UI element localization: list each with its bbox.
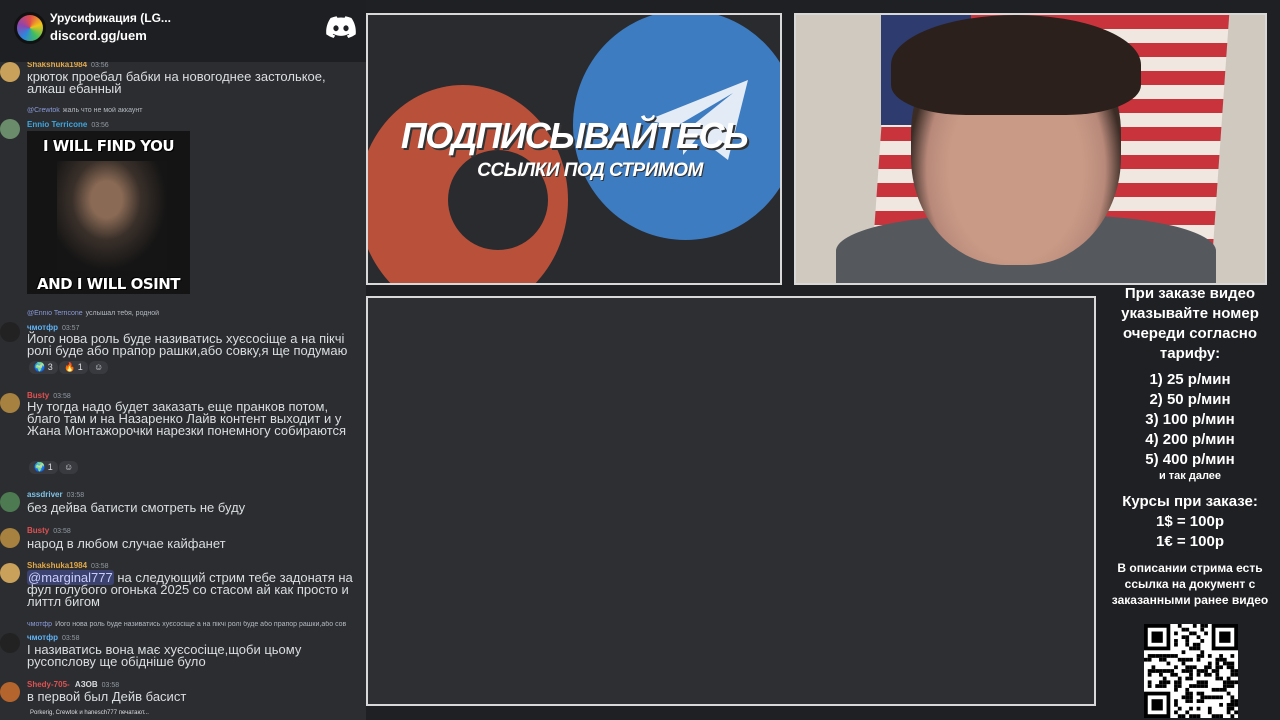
promo-banner: ПОДПИСЫВАЙТЕСЬ ССЫЛКИ ПОД СТРИМОМ xyxy=(366,13,782,285)
author-name[interactable]: Ennio Terricone xyxy=(27,120,87,129)
message-text: в первой был Дейв басист xyxy=(27,689,187,704)
reply-preview[interactable]: @Crewtok жаль что не мой аккаунт xyxy=(27,107,365,114)
avatar[interactable] xyxy=(0,492,20,512)
message-author[interactable]: Busty 03:58 xyxy=(27,526,71,535)
message-author[interactable]: Shakshuka1984 03:58 xyxy=(27,561,109,570)
reaction-button[interactable]: 🌍 3 xyxy=(29,361,58,374)
tariff-item: 3) 100 р/мин xyxy=(1145,411,1235,428)
author-name[interactable]: Busty xyxy=(27,526,49,535)
reaction-button[interactable]: 🌍 1 xyxy=(29,461,58,474)
message-text: Його нова роль буде називатись хуєсосіще… xyxy=(27,331,348,358)
reaction-count: 1 xyxy=(77,362,83,372)
message-time: 03:58 xyxy=(66,492,85,499)
avatar[interactable] xyxy=(0,322,20,342)
message-text: @marginal777 на следующий стрим тебе зад… xyxy=(27,570,365,608)
message-time: 03:58 xyxy=(61,635,80,642)
order-info-panel: При заказе видео указывайте номер очеред… xyxy=(1100,284,1280,720)
author-name[interactable]: assdriver xyxy=(27,490,63,499)
reply-author: @Ennio Terricone xyxy=(27,310,83,317)
server-icon xyxy=(14,12,46,44)
tariff-item: 4) 200 р/мин xyxy=(1145,431,1235,448)
promo-subtitle: ССЫЛКИ ПОД СТРИМОМ xyxy=(477,160,703,181)
reply-preview[interactable]: чмотфр Його нова роль буде називатись хує… xyxy=(27,621,365,628)
rate-usd: 1$ = 100р xyxy=(1156,513,1224,530)
avatar[interactable] xyxy=(0,528,20,548)
author-name[interactable]: чмотфр xyxy=(27,633,58,642)
meme-figure xyxy=(57,161,167,271)
message-time: 03:58 xyxy=(101,682,120,689)
message-author[interactable]: чмотфр 03:58 xyxy=(27,633,79,642)
avatar[interactable] xyxy=(0,119,20,139)
avatar[interactable] xyxy=(0,682,20,702)
description-note: В описании стрима есть ссылка на докумен… xyxy=(1111,561,1269,607)
message-text: І називатись вона має хуєсосіще,щоби цьо… xyxy=(27,642,302,669)
meme-top-caption: I WILL FIND YOU xyxy=(42,137,175,155)
tariff-list: 1) 25 р/мин 2) 50 р/мин 3) 100 р/мин 4) … xyxy=(1100,370,1280,470)
message-author[interactable]: assdriver 03:58 xyxy=(27,490,84,499)
reply-text: жаль что не мой аккаунт xyxy=(62,107,143,114)
avatar[interactable] xyxy=(0,393,20,413)
message-author[interactable]: Ennio Terricone 03:56 xyxy=(27,120,109,129)
message-time: 03:58 xyxy=(53,528,71,535)
role-badge: АЗОВ xyxy=(74,680,98,689)
promo-title: ПОДПИСЫВАЙТЕСЬ xyxy=(400,115,749,156)
message-time: 03:56 xyxy=(91,122,109,129)
server-header[interactable]: Урусификация (LG... discord.gg/uem xyxy=(0,0,366,62)
server-name: Урусификация (LG... xyxy=(50,11,171,25)
add-reaction-icon[interactable]: ☺ xyxy=(89,361,109,374)
reaction-button[interactable]: 🔥 1 xyxy=(59,361,88,374)
tariff-more: и так далее xyxy=(1158,470,1222,482)
add-reaction-icon[interactable]: ☺ xyxy=(59,461,79,474)
video-display-area xyxy=(366,296,1096,706)
reply-author: чмотфр xyxy=(27,621,53,628)
message-text: народ в любом случае кайфанет xyxy=(27,536,226,551)
avatar[interactable] xyxy=(0,633,20,653)
reaction-count: 3 xyxy=(47,362,53,372)
tariff-item: 1) 25 р/мин xyxy=(1149,371,1231,388)
reaction-count: 1 xyxy=(47,462,53,472)
reply-author: @Crewtok xyxy=(27,107,60,114)
order-heading: При заказе видео указывайте номер очеред… xyxy=(1121,285,1259,362)
server-invite-link[interactable]: discord.gg/uem xyxy=(50,28,147,43)
typing-indicator: Porkerig, Crewtok и hanesch777 печатают.… xyxy=(30,710,149,716)
reply-text: услышал тебя, родной xyxy=(85,310,160,317)
message-time: 03:56 xyxy=(91,62,109,69)
rate-eur: 1€ = 100р xyxy=(1156,533,1224,550)
discord-logo-icon xyxy=(326,16,356,38)
message-author[interactable]: Shedy-705- АЗОВ 03:58 xyxy=(27,680,119,689)
message-text: крюток проебал бабки на новогоднее засто… xyxy=(27,69,326,96)
meme-image[interactable]: I WILL FIND YOU AND I WILL OSINT YOU xyxy=(27,131,190,294)
author-name[interactable]: Shedy-705- xyxy=(27,680,70,689)
author-name[interactable]: Shakshuka1984 xyxy=(27,561,87,570)
tariff-item: 2) 50 р/мин xyxy=(1149,391,1231,408)
message-text: без дейва батисти смотреть не буду xyxy=(27,500,246,515)
message-time: 03:58 xyxy=(91,563,109,570)
avatar[interactable] xyxy=(0,62,20,82)
reply-preview[interactable]: @Ennio Terricone услышал тебя, родной xyxy=(27,310,365,317)
discord-chat-panel: Урусификация (LG... discord.gg/uem Shaks… xyxy=(0,0,366,720)
tariff-item: 5) 400 р/мин xyxy=(1145,451,1235,468)
message-text: Ну тогда надо будет заказать еще пранков… xyxy=(27,399,347,438)
reply-text: Його нова роль буде називатись хуєсосіще… xyxy=(55,621,347,628)
rates-heading: Курсы при заказе: xyxy=(1122,493,1258,510)
qr-code-icon xyxy=(1144,624,1238,718)
streamer-hair xyxy=(891,15,1141,115)
meme-bottom-caption: AND I WILL OSINT YOU xyxy=(36,275,181,294)
webcam-feed xyxy=(794,13,1267,285)
avatar[interactable] xyxy=(0,563,20,583)
